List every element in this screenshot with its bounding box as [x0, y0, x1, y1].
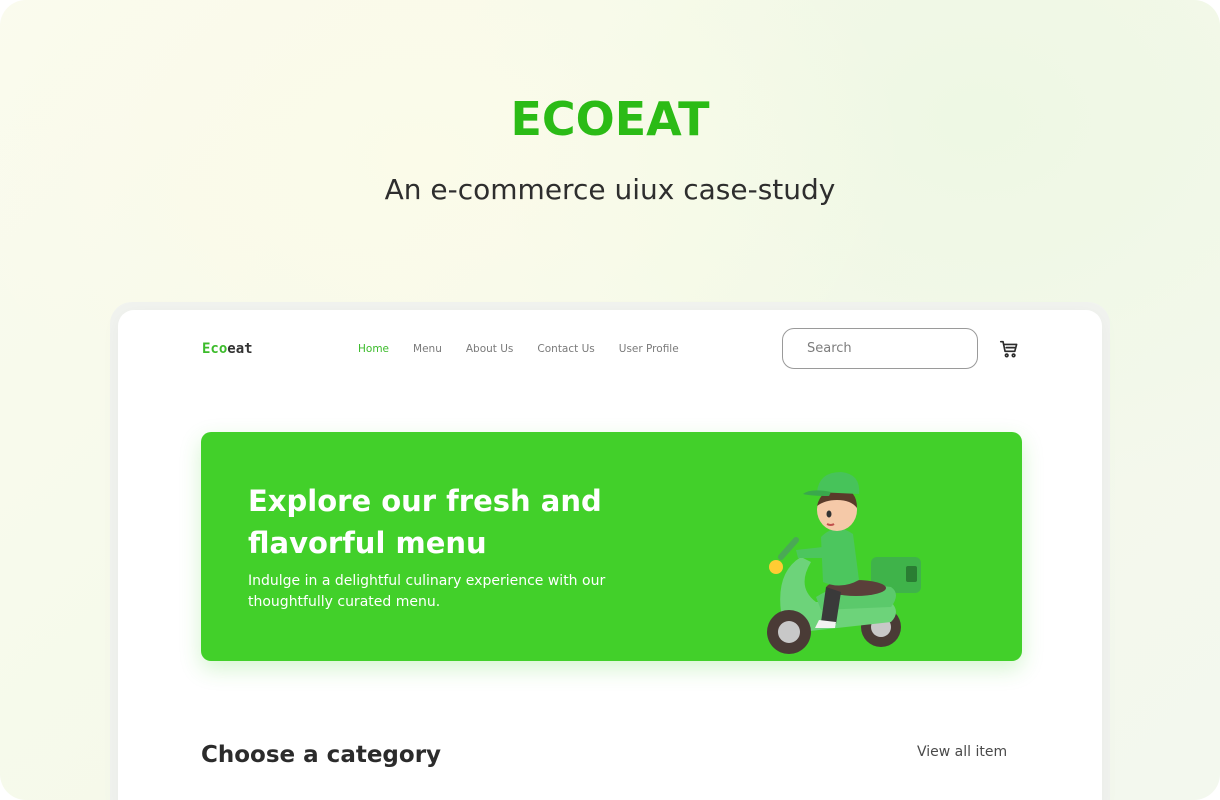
delivery-rider-illustration: [767, 472, 921, 654]
nav-about-us[interactable]: About Us: [466, 343, 514, 355]
search-input[interactable]: [782, 328, 978, 369]
nav-contact-us[interactable]: Contact Us: [537, 343, 594, 355]
site-logo[interactable]: Ecoeat: [202, 341, 253, 357]
view-all-link[interactable]: View all item: [917, 744, 1007, 760]
hero-subtitle: An e-commerce uiux case-study: [384, 173, 836, 206]
hero-banner: Explore our fresh and flavorful menu Ind…: [201, 432, 1022, 661]
category-section-title: Choose a category: [201, 742, 442, 768]
main-nav: Home Menu About Us Contact Us User Profi…: [358, 343, 679, 355]
nav-user-profile[interactable]: User Profile: [619, 343, 679, 355]
logo-part-eco: Eco: [202, 341, 228, 357]
page-background: ECOEAT An e-commerce uiux case-study Eco…: [0, 0, 1220, 800]
banner-text: Indulge in a delightful culinary experie…: [248, 573, 606, 610]
mockup-window: Ecoeat Home Menu About Us Contact Us Use…: [118, 310, 1102, 800]
nav-menu[interactable]: Menu: [413, 343, 442, 355]
cart-icon[interactable]: [998, 338, 1020, 360]
banner-heading: Explore our fresh and flavorful menu: [248, 484, 602, 560]
hero-title: ECOEAT: [510, 92, 710, 146]
nav-home[interactable]: Home: [358, 343, 389, 355]
logo-part-eat: eat: [227, 341, 253, 357]
